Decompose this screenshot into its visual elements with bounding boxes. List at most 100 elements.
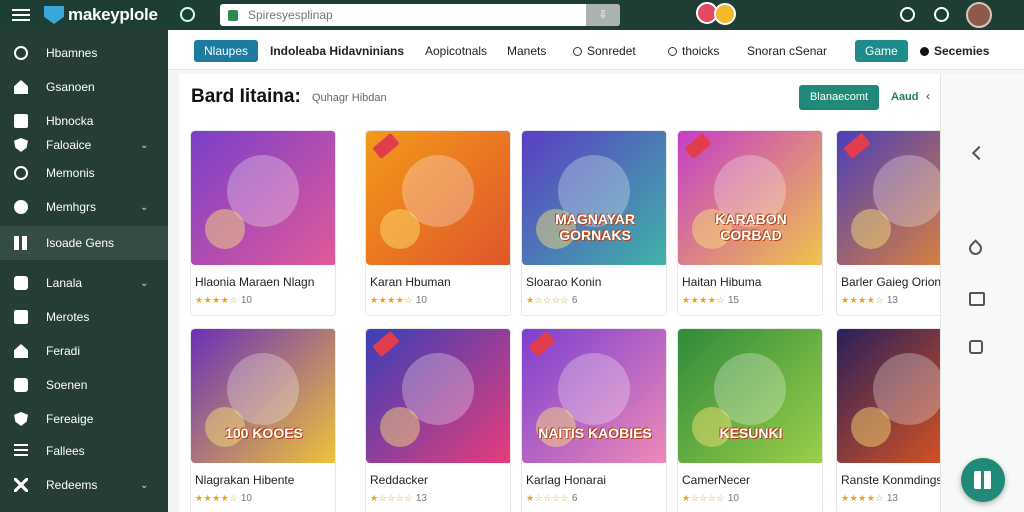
character-art <box>851 209 891 249</box>
game-rating: ★★★★☆ 10 <box>195 295 252 306</box>
game-title: Reddacker <box>370 473 429 487</box>
sidebar-item[interactable]: Feradi <box>0 334 168 368</box>
chevron-down-icon[interactable]: ⌄ <box>140 140 148 151</box>
sidebar-item[interactable]: Soenen <box>0 368 168 402</box>
sidebar: Hbamnes Gsanoen Hbnocka Faloaice ⌄ Memonis Mem… <box>0 30 168 512</box>
chevron-down-icon[interactable]: ⌄ <box>140 278 148 289</box>
sidebar-item[interactable]: Memhgrs ⌄ <box>0 190 168 224</box>
rating-count: 15 <box>727 295 739 306</box>
back-icon[interactable] <box>971 145 987 161</box>
info-icon[interactable] <box>934 7 949 22</box>
sidebar-item[interactable]: Merotes <box>0 300 168 334</box>
secondary-action[interactable]: Aaud <box>891 91 919 103</box>
character-art <box>380 407 420 447</box>
tab-label: Snoran cSenar <box>747 44 828 58</box>
sidebar-item[interactable]: Lanala ⌄ <box>0 266 168 300</box>
game-card[interactable]: MAGNAYAR GORNAKS Sloarao Konin ★☆☆☆☆ 6 <box>521 130 667 316</box>
rating-count: 10 <box>240 493 252 504</box>
chevron-left-icon[interactable]: ‹ <box>926 89 930 103</box>
game-title: Hlaonia Maraen Nlagn <box>195 275 315 289</box>
settings-icon[interactable] <box>180 7 195 22</box>
sidebar-item-label: Lanala <box>46 276 83 290</box>
home-icon <box>14 80 28 94</box>
grid-icon <box>974 471 992 489</box>
page-title: Bard Iitaina: <box>191 86 301 107</box>
game-thumbnail <box>191 131 335 265</box>
rating-count: 13 <box>415 493 427 504</box>
right-rail <box>940 74 1024 512</box>
sidebar-item[interactable]: Hbamnes <box>0 36 168 70</box>
thumbnail-caption: MAGNAYAR GORNAKS <box>555 211 635 243</box>
help-icon[interactable] <box>900 7 915 22</box>
game-card[interactable]: Reddacker ★☆☆☆☆ 13 <box>365 328 511 512</box>
tab[interactable]: Secemies <box>920 40 989 62</box>
game-thumbnail: MAGNAYAR GORNAKS <box>522 131 666 265</box>
sidebar-item-label: Isoade Gens <box>46 236 115 250</box>
search-button[interactable]: ⇩ <box>586 4 620 26</box>
new-ribbon <box>843 132 871 160</box>
tab[interactable]: Sonredet <box>573 40 636 62</box>
main-panel: Bard Iitaina: Quhagr Hibdan Blanaecomt A… <box>179 74 982 512</box>
rating-count: 10 <box>727 493 739 504</box>
game-card[interactable]: Hlaonia Maraen Nlagn ★★★★☆ 10 <box>190 130 336 316</box>
search-icon <box>14 46 28 60</box>
floating-action-button[interactable] <box>961 458 1005 502</box>
sidebar-item-label: Memhgrs <box>46 200 97 214</box>
game-thumbnail: KARABON CORBAD <box>678 131 822 265</box>
tab[interactable]: Manets <box>507 40 546 62</box>
tab[interactable]: Indoleaba Hidavninians <box>270 40 404 62</box>
tab-label: Game <box>865 44 898 58</box>
sidebar-item-label: Feradi <box>46 344 81 358</box>
game-title: Nlagrakan Hibente <box>195 473 295 487</box>
lock-icon <box>228 9 238 21</box>
dot-icon <box>14 200 28 214</box>
new-ribbon <box>372 330 400 358</box>
tab[interactable]: Snoran cSenar <box>747 40 827 62</box>
tab-label: thoicks <box>682 44 720 58</box>
home-icon <box>14 344 28 358</box>
sidebar-item[interactable]: Redeems ⌄ <box>0 468 168 502</box>
search-input[interactable] <box>238 5 586 25</box>
menu-icon[interactable] <box>12 6 30 22</box>
app-logo[interactable]: makeyplole <box>44 4 158 26</box>
sidebar-item[interactable]: Isoade Gens <box>0 226 168 260</box>
chevron-down-icon[interactable]: ⌄ <box>140 480 148 491</box>
primary-button[interactable]: Blanaecomt <box>799 85 879 110</box>
sidebar-item[interactable]: Fallees <box>0 434 168 468</box>
rating-stars: ★☆☆☆☆ <box>682 493 728 503</box>
drop-icon[interactable] <box>966 239 985 258</box>
sidebar-item[interactable]: Gsanoen <box>0 70 168 104</box>
square-icon[interactable] <box>969 340 983 354</box>
character-art <box>205 209 245 249</box>
rating-count: 13 <box>886 295 898 306</box>
game-card[interactable]: NAITIS KAOBIES Karlag Honarai ★☆☆☆☆ 6 <box>521 328 667 512</box>
game-rating: ★☆☆☆☆ 6 <box>526 295 577 306</box>
tab-label: Sonredet <box>587 44 636 58</box>
thumbnail-caption: KESUNKI <box>719 425 783 441</box>
user-avatar[interactable] <box>966 2 992 28</box>
game-rating: ★☆☆☆☆ 10 <box>682 493 739 504</box>
game-rating: ★★★★☆ 13 <box>841 493 898 504</box>
tab[interactable]: Nlaupes <box>194 40 259 62</box>
game-thumbnail <box>366 329 510 463</box>
search-bar: ⇩ <box>220 4 620 26</box>
tab[interactable]: thoicks <box>668 40 719 62</box>
chevron-down-icon[interactable]: ⌄ <box>140 202 148 213</box>
game-card[interactable]: KESUNKI CamerNecer ★☆☆☆☆ 10 <box>677 328 823 512</box>
game-title: Barler Gaieg Orion <box>841 275 942 289</box>
game-card[interactable]: Karan Hbuman ★★★★☆ 10 <box>365 130 511 316</box>
game-card[interactable]: 100 KOOES Nlagrakan Hibente ★★★★☆ 10 <box>190 328 336 512</box>
sidebar-item[interactable]: Fereaige <box>0 402 168 436</box>
game-card[interactable]: KARABON CORBAD Haitan Hibuma ★★★★☆ 15 <box>677 130 823 316</box>
sidebar-item[interactable]: Memonis <box>0 156 168 190</box>
logo-icon <box>44 6 64 24</box>
tab-label: Aopicotnals <box>425 44 488 58</box>
tab[interactable]: Aopicotnals <box>425 40 487 62</box>
rating-stars: ★★★★☆ <box>370 295 416 305</box>
grid-icon <box>14 236 28 250</box>
edit-icon <box>14 310 28 324</box>
folder-icon[interactable] <box>969 292 985 306</box>
game-title: Ranste Konmdings <box>841 473 943 487</box>
tab[interactable]: Game <box>855 40 908 62</box>
sidebar-item-label: Faloaice <box>46 138 92 152</box>
